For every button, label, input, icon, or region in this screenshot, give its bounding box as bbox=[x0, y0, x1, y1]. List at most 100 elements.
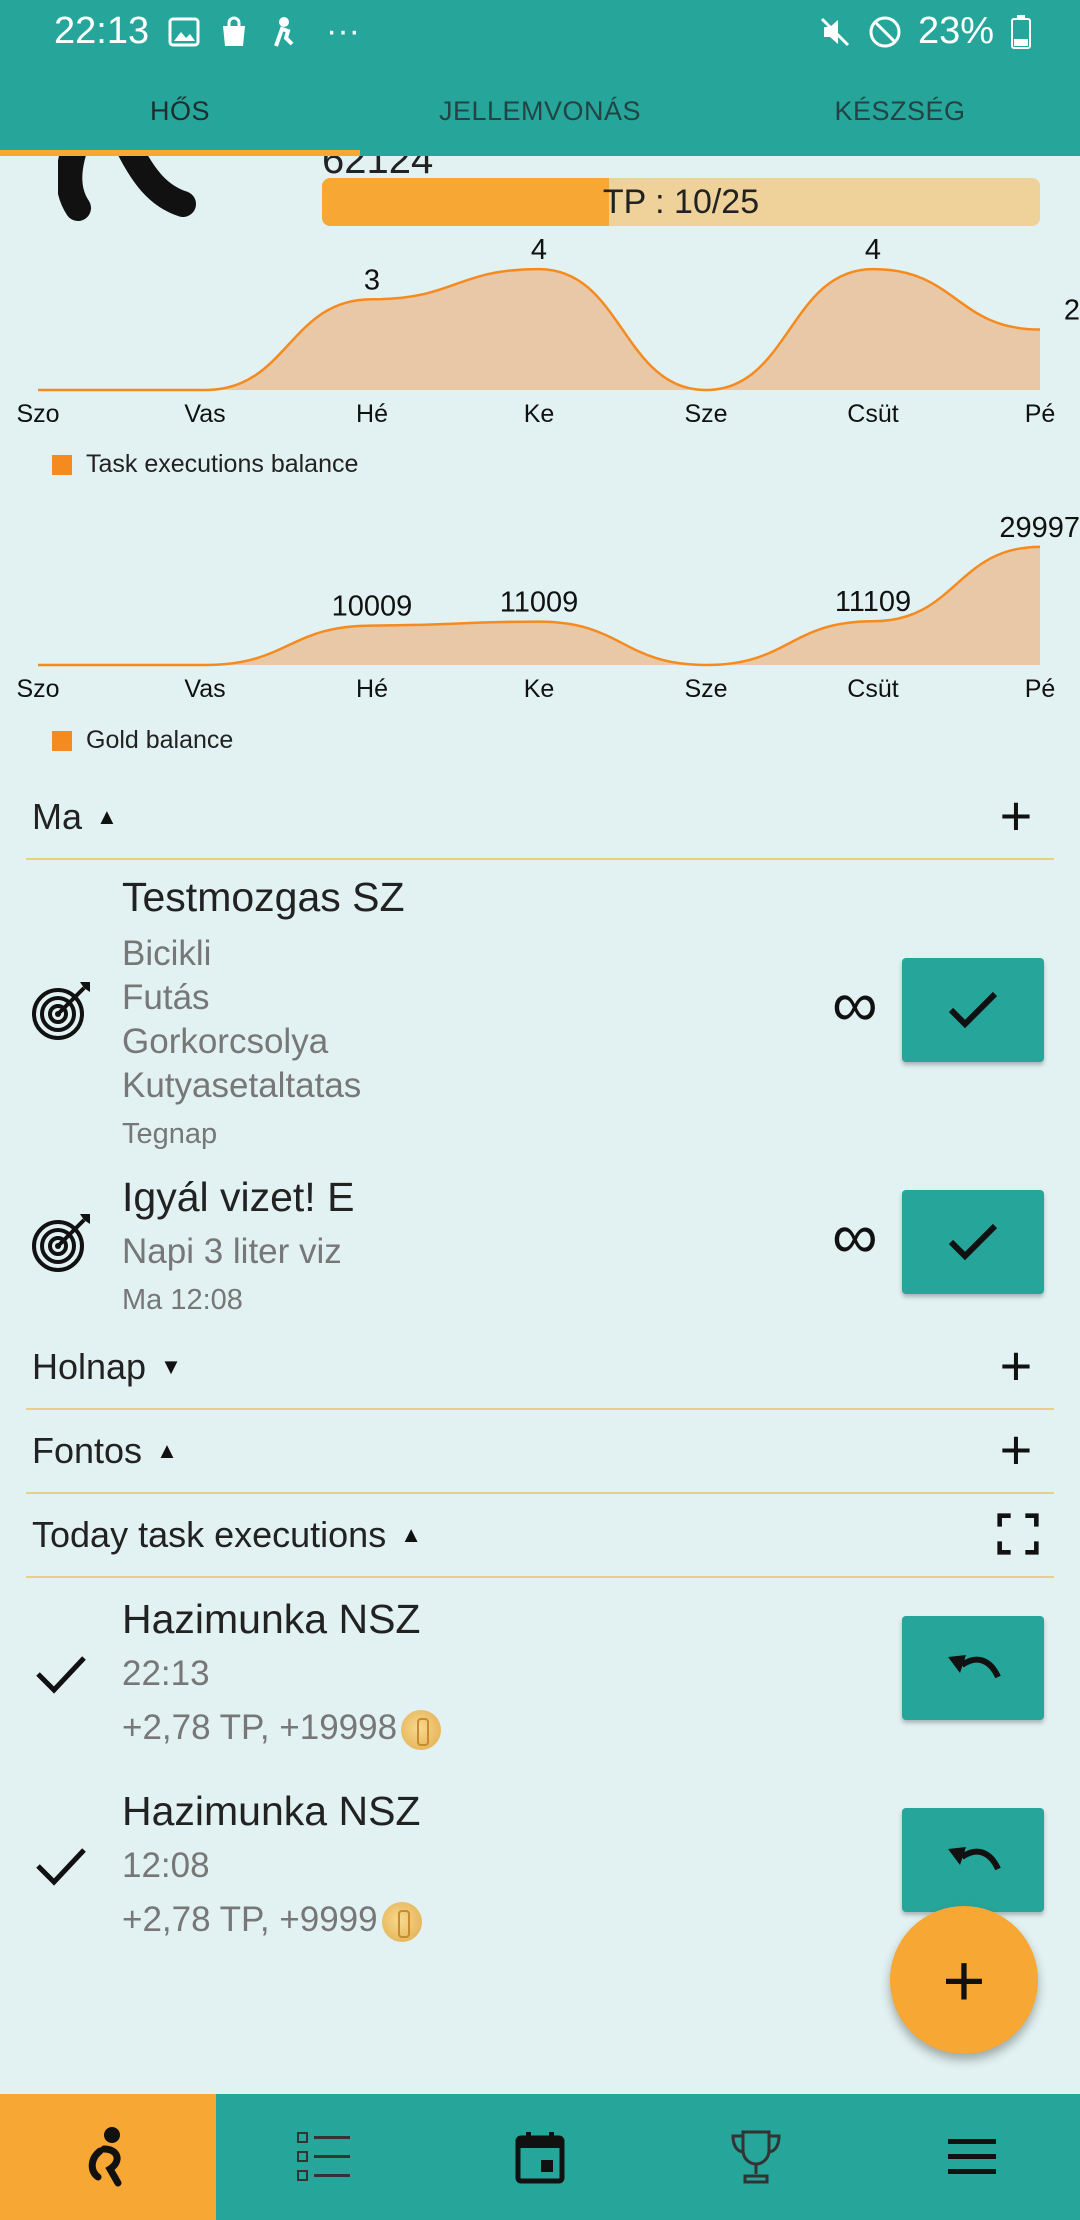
add-task-fab[interactable]: + bbox=[890, 1906, 1038, 2054]
complete-task-button[interactable] bbox=[902, 1190, 1044, 1294]
chart-x-tick-label: Ke bbox=[524, 400, 555, 428]
task-title: Testmozgas SZ bbox=[122, 874, 405, 920]
task-item[interactable]: Testmozgas SZ Bicikli Futás Gorkorcsolya… bbox=[0, 862, 1080, 1158]
check-icon bbox=[36, 1848, 86, 1886]
execution-title: Hazimunka NSZ bbox=[122, 1788, 421, 1834]
chart-x-tick-label: Hé bbox=[356, 675, 388, 703]
execution-time: 22:13 bbox=[122, 1654, 210, 1693]
undo-button[interactable] bbox=[902, 1616, 1044, 1720]
chart-x-tick-label: Ke bbox=[524, 675, 555, 703]
reward-text: +2,78 TP, +9999 bbox=[122, 1900, 378, 1939]
chart-x-tick-label: Vas bbox=[184, 400, 225, 428]
add-icon[interactable]: + bbox=[992, 1422, 1040, 1478]
task-executions-chart: Szo Vas 3 Hé 4 Ke Sze 4 Csüt 2 Pé bbox=[0, 230, 1080, 430]
undo-button[interactable] bbox=[902, 1808, 1044, 1912]
chart-x-tick-label: Csüt bbox=[847, 675, 898, 703]
tab-bar: HŐS JELLEMVONÁS KÉSZSÉG bbox=[0, 64, 1080, 156]
target-icon bbox=[32, 982, 90, 1040]
chart-x-tick-label: Szo bbox=[16, 400, 59, 428]
nav-trophy[interactable] bbox=[648, 2094, 864, 2220]
undo-icon bbox=[948, 1655, 1001, 1679]
status-bar: 22:13 ··· 23% bbox=[0, 0, 1080, 64]
task-date: Tegnap bbox=[122, 1118, 218, 1150]
chart-x-tick-label: Sze bbox=[684, 400, 727, 428]
battery-percent: 23% bbox=[917, 10, 994, 52]
caret-up-icon[interactable]: ▲ bbox=[96, 804, 118, 830]
section-header-today-executions[interactable]: Today task executions ▲ bbox=[26, 1494, 1054, 1578]
task-title: Igyál vizet! E bbox=[122, 1174, 355, 1220]
undo-icon bbox=[948, 1847, 1001, 1871]
chart-data-label: 4 bbox=[531, 234, 547, 266]
execution-reward: +2,78 TP, +9999 bbox=[122, 1900, 422, 1942]
add-icon[interactable]: + bbox=[992, 1338, 1040, 1394]
battery-icon bbox=[1011, 14, 1031, 49]
chart-x-tick-label: Hé bbox=[356, 400, 388, 428]
nav-calendar[interactable] bbox=[432, 2094, 648, 2220]
chart-data-label: 11109 bbox=[835, 586, 911, 618]
check-icon bbox=[36, 1656, 86, 1694]
caret-up-icon[interactable]: ▲ bbox=[156, 1438, 178, 1464]
chart-data-label: 29997 bbox=[999, 512, 1080, 544]
system-icons: 23% bbox=[818, 10, 1032, 53]
chart-x-tick-label: Pé bbox=[1025, 675, 1056, 703]
section-header-ma[interactable]: Ma ▲ + bbox=[26, 776, 1054, 860]
nav-list[interactable] bbox=[216, 2094, 432, 2220]
task-line: Kutyasetaltatas bbox=[122, 1066, 362, 1105]
check-icon bbox=[948, 1223, 998, 1261]
caret-down-icon[interactable]: ▼ bbox=[160, 1354, 182, 1380]
section-title: Fontos bbox=[32, 1430, 143, 1471]
reward-text: +2,78 TP, +19998 bbox=[122, 1708, 398, 1747]
section-title: Today task executions bbox=[32, 1514, 387, 1555]
chart-x-tick-label: Pé bbox=[1025, 400, 1056, 428]
execution-title: Hazimunka NSZ bbox=[122, 1596, 421, 1642]
tab-hero[interactable]: HŐS bbox=[0, 64, 360, 156]
image-icon bbox=[168, 17, 200, 46]
check-icon bbox=[948, 991, 998, 1029]
calendar-icon bbox=[515, 2132, 565, 2184]
nav-menu[interactable] bbox=[864, 2094, 1080, 2220]
task-line: Gorkorcsolya bbox=[122, 1022, 329, 1061]
tp-progress-label: TP : 10/25 bbox=[602, 183, 760, 221]
notification-icons: ··· bbox=[168, 12, 360, 51]
nav-hero[interactable] bbox=[0, 2094, 216, 2220]
task-date: Ma 12:08 bbox=[122, 1284, 243, 1316]
gold-coin-icon bbox=[401, 1709, 442, 1750]
chart-data-label: 4 bbox=[865, 234, 881, 266]
chart-area bbox=[38, 269, 1040, 390]
tab-traits[interactable]: JELLEMVONÁS bbox=[360, 64, 720, 156]
chart-x-tick-label: Sze bbox=[684, 675, 727, 703]
hero-avatar-icon bbox=[58, 156, 196, 221]
chart-legend-gold: Gold balance bbox=[52, 726, 233, 755]
section-header-holnap[interactable]: Holnap ▼ + bbox=[26, 1326, 1054, 1410]
task-item[interactable]: Igyál vizet! E Napi 3 liter viz Ma 12:08… bbox=[0, 1166, 1080, 1336]
person-icon bbox=[274, 16, 294, 47]
legend-label: Task executions balance bbox=[86, 450, 359, 478]
chart-data-label: 2 bbox=[1064, 295, 1080, 327]
hero-icon bbox=[88, 2127, 122, 2187]
menu-icon bbox=[948, 2139, 996, 2174]
repeat-infinity-icon: ∞ bbox=[832, 968, 878, 1040]
bottom-navigation bbox=[0, 2094, 1080, 2220]
do-not-disturb-icon bbox=[869, 16, 901, 47]
chart-x-tick-label: Vas bbox=[184, 675, 225, 703]
fullscreen-icon[interactable] bbox=[996, 1512, 1040, 1556]
trophy-icon bbox=[731, 2130, 781, 2184]
execution-reward: +2,78 TP, +19998 bbox=[122, 1708, 442, 1750]
tab-skills[interactable]: KÉSZSÉG bbox=[720, 64, 1080, 156]
shopping-bag-icon bbox=[223, 16, 245, 46]
chart-data-label: 3 bbox=[364, 264, 380, 296]
execution-item[interactable]: Hazimunka NSZ 22:13 +2,78 TP, +19998 bbox=[0, 1584, 1080, 1768]
execution-time: 12:08 bbox=[122, 1846, 210, 1885]
status-time: 22:13 bbox=[54, 10, 150, 52]
legend-label: Gold balance bbox=[86, 726, 234, 754]
caret-up-icon[interactable]: ▲ bbox=[400, 1522, 422, 1548]
gold-coin-icon bbox=[381, 1901, 422, 1942]
gold-balance-chart: Szo Vas 10009 Hé 11009 Ke Sze 11109 Csüt 29997 Pé bbox=[0, 505, 1080, 705]
complete-task-button[interactable] bbox=[902, 958, 1044, 1062]
list-icon bbox=[297, 2132, 350, 2181]
legend-swatch bbox=[52, 730, 72, 751]
section-header-fontos[interactable]: Fontos ▲ + bbox=[26, 1410, 1054, 1494]
section-title: Ma bbox=[32, 796, 83, 837]
mute-icon bbox=[820, 17, 849, 46]
add-icon[interactable]: + bbox=[992, 788, 1040, 844]
